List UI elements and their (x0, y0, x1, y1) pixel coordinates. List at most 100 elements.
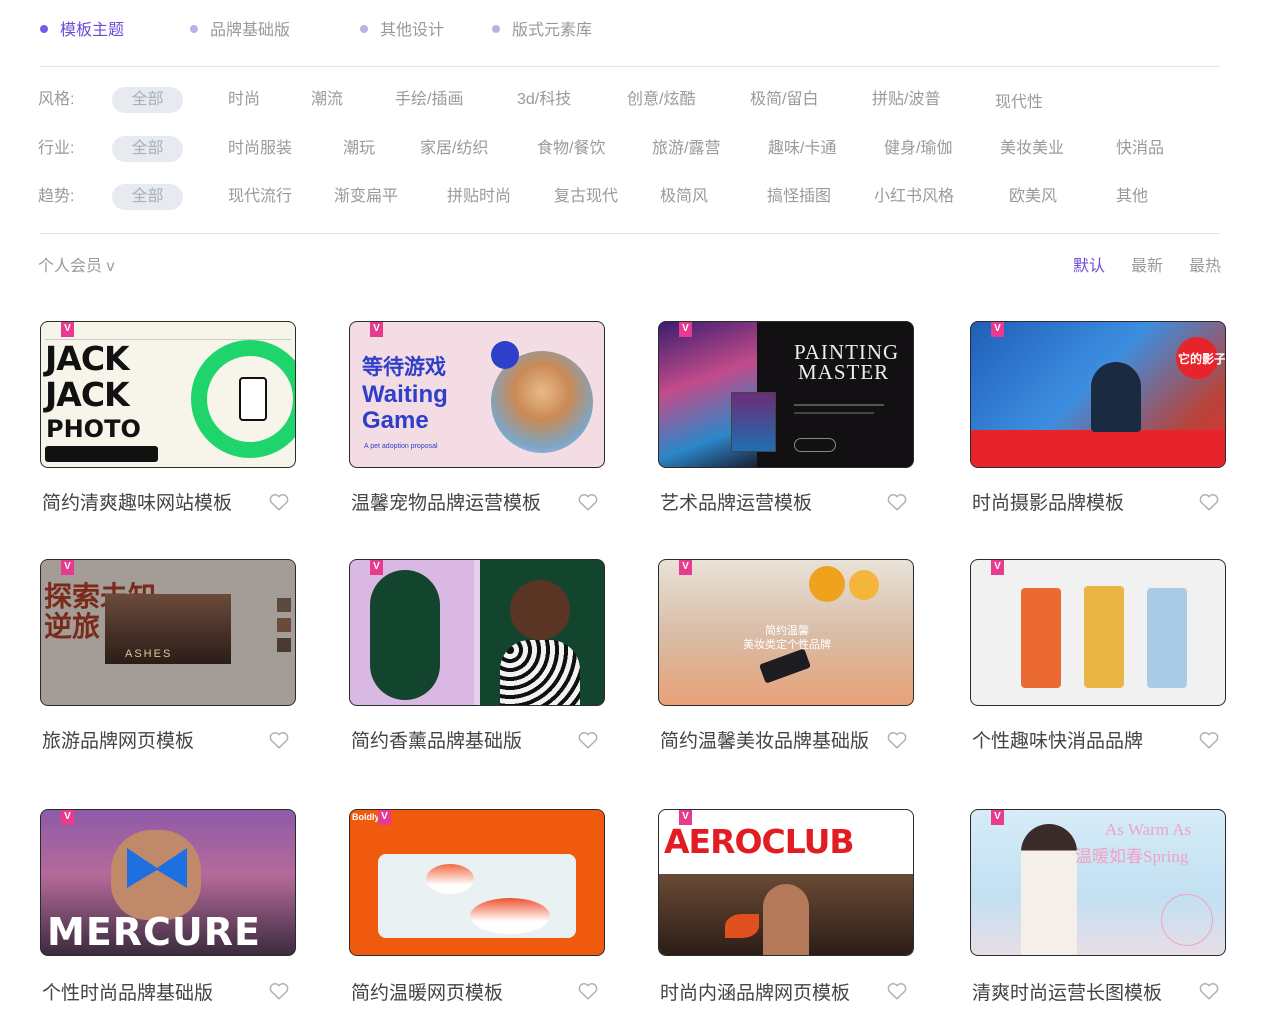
tab-dot-icon (492, 25, 500, 33)
thumb-headline: Waiting (362, 381, 448, 408)
template-thumbnail[interactable]: V 等待游戏 Waiting Game A pet adoption propo… (349, 321, 605, 468)
heart-icon[interactable] (577, 491, 599, 513)
thumb-headline: 温暖如春Spring (1075, 847, 1189, 866)
tab-template-theme[interactable]: 模板主题 (40, 18, 124, 44)
filter-label: 行业: (38, 140, 75, 157)
filter-chip[interactable]: 美妆美业 (1000, 136, 1064, 162)
filter-chip[interactable]: 复古现代 (554, 184, 618, 210)
filter-chip[interactable]: 潮流 (311, 87, 343, 113)
heart-icon[interactable] (886, 980, 908, 1002)
heart-icon[interactable] (886, 729, 908, 751)
filter-chip[interactable]: 家居/纺织 (420, 136, 488, 162)
filter-chip[interactable]: 快消品 (1116, 136, 1164, 162)
filter-chip[interactable]: 极简/留白 (750, 87, 818, 113)
filter-chip-all[interactable]: 全部 (112, 184, 183, 210)
template-title: 简约温馨美妆品牌基础版 (660, 731, 870, 752)
template-card[interactable]: V As Warm As 温暖如春Spring 清爽时尚运营长图模板 (970, 809, 1226, 1004)
template-card[interactable]: V 等待游戏 Waiting Game A pet adoption propo… (349, 321, 605, 514)
sort-newest[interactable]: 最新 (1131, 256, 1163, 278)
filter-chip[interactable]: 拼贴时尚 (447, 184, 511, 210)
template-card[interactable]: V 探索未知 逆旅 ASHES 旅游品牌网页模板 (40, 559, 296, 752)
vip-badge: V (370, 560, 383, 575)
template-thumbnail[interactable]: V 它的影子 (970, 321, 1226, 468)
tab-other-design[interactable]: 其他设计 (360, 18, 444, 44)
template-title: 清爽时尚运营长图模板 (972, 983, 1163, 1004)
template-card[interactable]: V 个性趣味快消品品牌 (970, 559, 1226, 752)
tab-label: 模板主题 (60, 22, 125, 39)
heart-icon[interactable] (577, 980, 599, 1002)
filter-chip[interactable]: 健身/瑜伽 (884, 136, 952, 162)
filter-chip[interactable]: 极简风 (660, 184, 708, 210)
filter-chip[interactable]: 旅游/露营 (652, 136, 720, 162)
template-title: 个性趣味快消品品牌 (972, 731, 1144, 752)
tab-dot-icon (360, 25, 368, 33)
template-card[interactable]: V PAINTING MASTER 艺术品牌运营模板 (658, 321, 914, 514)
heart-icon[interactable] (268, 980, 290, 1002)
thumb-face (111, 830, 201, 920)
filter-chip-all[interactable]: 全部 (112, 87, 183, 113)
heart-icon[interactable] (1198, 980, 1220, 1002)
template-title: 时尚内涵品牌网页模板 (660, 983, 851, 1004)
tab-layout-library[interactable]: 版式元素库 (492, 18, 592, 44)
thumb-headline: Game (362, 407, 429, 434)
tab-brand-basic[interactable]: 品牌基础版 (190, 18, 290, 44)
thumb-leaf (725, 914, 759, 938)
filter-chip[interactable]: 拼贴/波普 (872, 87, 940, 113)
template-thumbnail[interactable]: V Boldly (349, 809, 605, 956)
thumb-headline: 它的影子 (1178, 352, 1226, 366)
heart-icon[interactable] (886, 491, 908, 513)
template-card[interactable]: V AEROCLUB 时尚内涵品牌网页模板 (658, 809, 914, 1004)
mock-navbar (45, 326, 291, 340)
template-thumbnail[interactable]: V 探索未知 逆旅 ASHES (40, 559, 296, 706)
template-thumbnail[interactable]: V PAINTING MASTER (658, 321, 914, 468)
vip-badge: V (679, 560, 692, 575)
heart-icon[interactable] (577, 729, 599, 751)
template-title: 个性时尚品牌基础版 (42, 983, 214, 1004)
filter-chip[interactable]: 时尚 (228, 87, 260, 113)
template-thumbnail[interactable]: V 简约温馨 美妆类定个性品牌 (658, 559, 914, 706)
template-thumbnail[interactable]: V AEROCLUB (658, 809, 914, 956)
heart-icon[interactable] (1198, 491, 1220, 513)
filter-chip[interactable]: 欧美风 (1009, 184, 1057, 210)
heart-icon[interactable] (268, 729, 290, 751)
filter-chip[interactable]: 渐变扁平 (334, 184, 398, 210)
template-thumbnail[interactable]: V (349, 559, 605, 706)
filter-chip[interactable]: 搞怪插图 (767, 184, 831, 210)
thumb-text-line (794, 404, 884, 406)
template-thumbnail[interactable]: V (970, 559, 1226, 706)
filter-chip-all[interactable]: 全部 (112, 136, 183, 162)
heart-icon[interactable] (268, 491, 290, 513)
thumb-headline: 美妆类定个性品牌 (743, 639, 831, 651)
thumb-headline: JACK (45, 339, 130, 378)
template-card[interactable]: V Boldly 简约温暖网页模板 (349, 809, 605, 1004)
filter-chip[interactable]: 创意/炫酷 (627, 87, 695, 113)
filter-chip[interactable]: 手绘/插画 (395, 87, 463, 113)
vip-badge: V (378, 810, 391, 825)
sort-hottest[interactable]: 最热 (1189, 256, 1221, 278)
filter-chip[interactable]: 潮玩 (343, 136, 375, 162)
template-card[interactable]: V 它的影子 时尚摄影品牌模板 (970, 321, 1226, 514)
filter-chip[interactable]: 小红书风格 (874, 184, 954, 210)
template-card[interactable]: V JACK JACK PHOTO 简约清爽趣味网站模板 (40, 321, 296, 514)
filter-chip[interactable]: 其他 (1116, 184, 1148, 210)
sort-default[interactable]: 默认 (1073, 256, 1105, 278)
thumb-divider (474, 560, 480, 705)
filter-chip[interactable]: 3d/科技 (517, 87, 571, 113)
filter-chip[interactable]: 现代流行 (228, 184, 292, 210)
member-filter-dropdown[interactable]: 个人会员 v (38, 256, 114, 278)
heart-icon[interactable] (1198, 729, 1220, 751)
template-card[interactable]: V 简约温馨 美妆类定个性品牌 简约温馨美妆品牌基础版 (658, 559, 914, 752)
thumb-button (794, 438, 836, 452)
template-thumbnail[interactable]: V As Warm As 温暖如春Spring (970, 809, 1226, 956)
filter-chip[interactable]: 现代性 (995, 90, 1043, 116)
template-card[interactable]: V MERCURE 个性时尚品牌基础版 (40, 809, 296, 1004)
template-thumbnail[interactable]: V MERCURE (40, 809, 296, 956)
template-thumbnail[interactable]: V JACK JACK PHOTO (40, 321, 296, 468)
filter-chip[interactable]: 食物/餐饮 (537, 136, 605, 162)
thumb-orange (849, 570, 879, 600)
filter-chip[interactable]: 时尚服装 (228, 136, 292, 162)
template-title: 温馨宠物品牌运营模板 (351, 493, 542, 514)
thumb-package-yellow (1084, 586, 1124, 688)
filter-chip[interactable]: 趣味/卡通 (768, 136, 836, 162)
template-card[interactable]: V 简约香薰品牌基础版 (349, 559, 605, 752)
